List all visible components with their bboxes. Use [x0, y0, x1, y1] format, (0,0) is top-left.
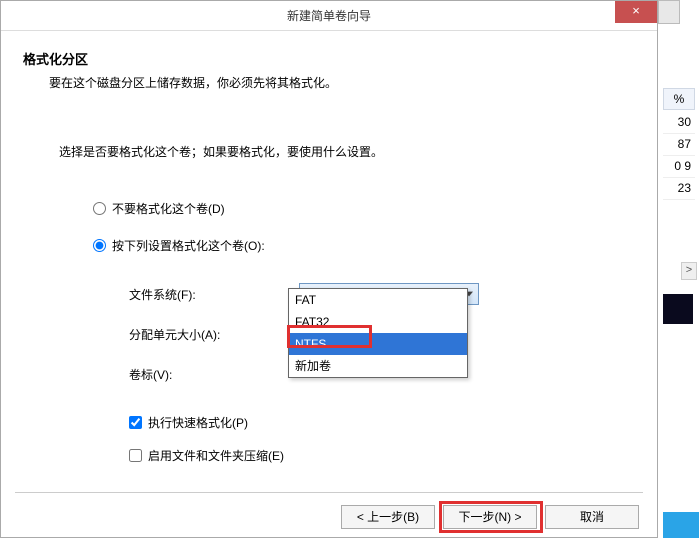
radio-no-format[interactable]: 不要格式化这个卷(D): [93, 200, 635, 217]
behind-cell: 30: [663, 112, 695, 134]
window-title: 新建简单卷向导: [287, 9, 371, 23]
back-button[interactable]: < 上一步(B): [341, 505, 435, 529]
quick-format-label: 执行快速格式化(P): [148, 414, 248, 431]
behind-window-tab: [658, 0, 680, 24]
wizard-buttons: < 上一步(B) 下一步(N) > 取消: [341, 505, 639, 529]
wizard-content: 格式化分区 要在这个磁盘分区上储存数据，你必须先将其格式化。 选择是否要格式化这…: [1, 31, 657, 490]
quick-format-input[interactable]: [129, 416, 142, 429]
allocation-label: 分配单元大小(A):: [129, 326, 299, 343]
radio-no-format-label: 不要格式化这个卷(D): [112, 200, 225, 217]
radio-do-format-input[interactable]: [93, 239, 106, 252]
behind-cell: 87: [663, 134, 695, 156]
page-subheading: 要在这个磁盘分区上储存数据，你必须先将其格式化。: [49, 74, 635, 91]
filesystem-dropdown[interactable]: FAT FAT32 NTFS 新加卷: [288, 288, 468, 378]
volume-label-label: 卷标(V):: [129, 366, 299, 383]
instruction-text: 选择是否要格式化这个卷；如果要格式化，要使用什么设置。: [59, 143, 635, 160]
dropdown-item-fat[interactable]: FAT: [289, 289, 467, 311]
radio-no-format-input[interactable]: [93, 202, 106, 215]
dropdown-item-fat32[interactable]: FAT32: [289, 311, 467, 333]
page-heading: 格式化分区: [23, 49, 635, 68]
next-button[interactable]: 下一步(N) >: [443, 505, 537, 529]
behind-col-header: %: [663, 88, 695, 110]
behind-cell: 23: [663, 178, 695, 200]
behind-taskbar-item: [663, 512, 699, 538]
compression-label: 启用文件和文件夹压缩(E): [148, 447, 284, 464]
filesystem-label: 文件系统(F):: [129, 286, 299, 303]
wizard-window: 新建简单卷向导 × 格式化分区 要在这个磁盘分区上储存数据，你必须先将其格式化。…: [0, 0, 658, 538]
behind-graphic-block: [663, 294, 693, 324]
quick-format-checkbox[interactable]: 执行快速格式化(P): [129, 414, 635, 431]
radio-do-format-label: 按下列设置格式化这个卷(O):: [112, 237, 265, 254]
close-button[interactable]: ×: [615, 1, 657, 23]
compression-input[interactable]: [129, 449, 142, 462]
titlebar: 新建简单卷向导 ×: [1, 1, 657, 31]
format-options: 执行快速格式化(P) 启用文件和文件夹压缩(E): [129, 414, 635, 464]
dropdown-item-ntfs[interactable]: NTFS: [289, 333, 467, 355]
behind-cell: 0 9: [663, 156, 695, 178]
separator: [15, 492, 643, 493]
behind-scroll-right[interactable]: >: [681, 262, 697, 280]
compression-checkbox[interactable]: 启用文件和文件夹压缩(E): [129, 447, 635, 464]
close-icon: ×: [632, 3, 640, 18]
radio-do-format[interactable]: 按下列设置格式化这个卷(O):: [93, 237, 635, 254]
dropdown-item-newvol[interactable]: 新加卷: [289, 355, 467, 377]
cancel-button[interactable]: 取消: [545, 505, 639, 529]
